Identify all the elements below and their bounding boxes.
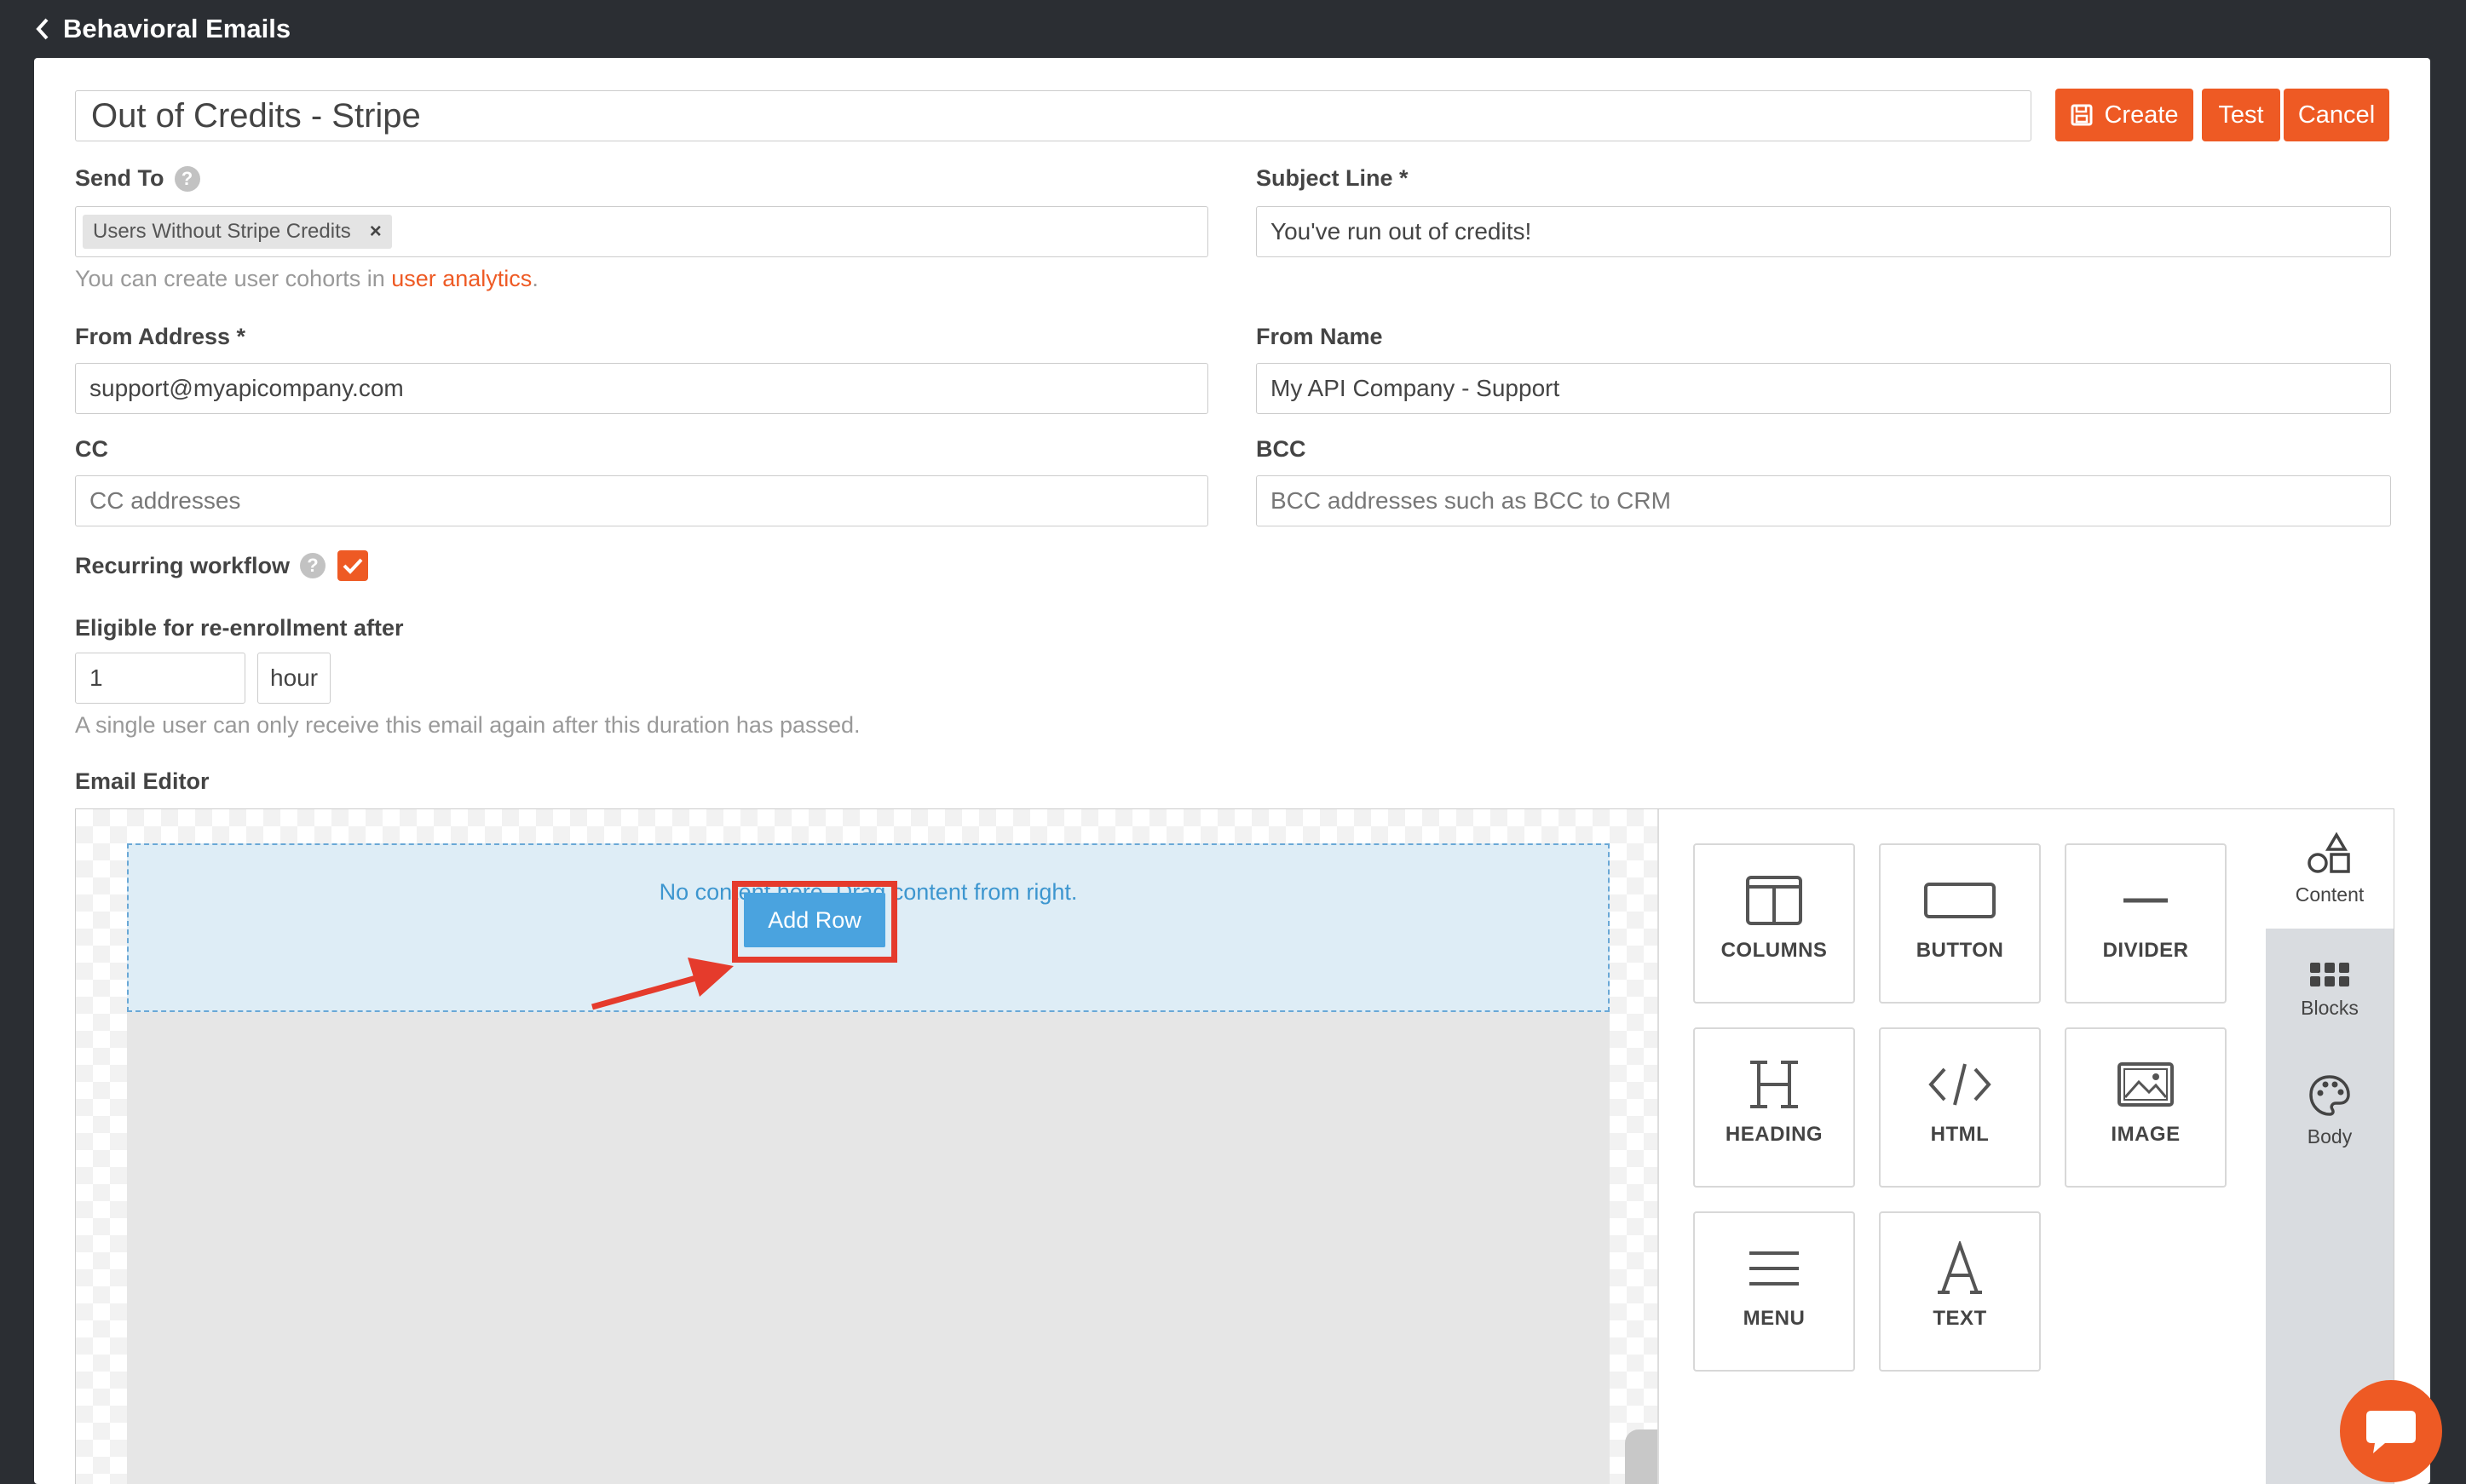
reenroll-label: Eligible for re-enrollment after (75, 615, 404, 641)
top-bar: Behavioral Emails (0, 0, 2466, 58)
create-button[interactable]: Create (2055, 89, 2193, 141)
tab-body-label: Body (2307, 1125, 2353, 1148)
cohort-tag-label: Users Without Stripe Credits (93, 220, 351, 243)
bcc-input[interactable]: BCC addresses such as BCC to CRM (1256, 475, 2391, 526)
help-icon[interactable]: ? (300, 553, 326, 578)
subject-input[interactable]: You've run out of credits! (1256, 206, 2391, 257)
add-row-button[interactable]: Add Row (744, 893, 885, 947)
save-icon (2071, 104, 2093, 126)
heading-icon (1750, 1061, 1798, 1108)
button-icon (1924, 883, 1996, 918)
shapes-icon (2308, 831, 2350, 873)
tile-label: MENU (1743, 1307, 1806, 1330)
tab-content[interactable]: Content (2266, 809, 2394, 929)
email-editor-label: Email Editor (75, 768, 210, 794)
chevron-left-icon[interactable] (34, 17, 51, 41)
send-to-hint-end: . (532, 266, 539, 291)
cohort-tag: Users Without Stripe Credits × (83, 215, 392, 249)
user-analytics-link[interactable]: user analytics (391, 266, 532, 291)
from-name-label: From Name (1256, 324, 1383, 349)
tab-blocks[interactable]: Blocks (2266, 930, 2394, 1050)
grid-icon (2310, 962, 2349, 986)
help-icon[interactable]: ? (174, 165, 200, 192)
tile-label: COLUMNS (1720, 939, 1828, 962)
from-address-input[interactable]: support@myapicompany.com (75, 363, 1208, 414)
tab-content-label: Content (2295, 883, 2365, 906)
code-icon (1928, 1063, 1991, 1106)
tile-menu[interactable]: MENU (1693, 1211, 1855, 1372)
tile-label: IMAGE (2111, 1123, 2181, 1146)
tile-html[interactable]: HTML (1879, 1027, 2041, 1188)
tile-label: TEXT (1933, 1307, 1987, 1330)
email-form-panel: Out of Credits - Stripe Create Test Canc… (34, 58, 2430, 1484)
divider-icon (2123, 898, 2168, 903)
reenroll-value-input[interactable]: 1 (75, 653, 245, 704)
tile-divider[interactable]: DIVIDER (2065, 843, 2227, 1004)
from-address-label: From Address * (75, 324, 246, 349)
email-name-input[interactable]: Out of Credits - Stripe (75, 90, 2031, 141)
tile-label: HEADING (1725, 1123, 1824, 1146)
send-to-field[interactable]: Users Without Stripe Credits × (75, 206, 1208, 257)
content-tools-panel: COLUMNS BUTTON DIVIDER HEADING HTML IMAG… (1657, 809, 2266, 1484)
tab-blocks-label: Blocks (2301, 996, 2359, 1019)
remove-tag-icon[interactable]: × (370, 220, 382, 244)
panel-resize-handle[interactable] (1625, 1429, 1659, 1484)
subject-label: Subject Line * (1256, 165, 1409, 191)
tile-button[interactable]: BUTTON (1879, 843, 2041, 1004)
send-to-label-text: Send To (75, 165, 164, 191)
reenroll-unit-select[interactable]: hour (257, 653, 331, 704)
image-icon (2117, 1062, 2174, 1107)
email-editor: No content here. Drag content from right… (75, 808, 2394, 1484)
tile-label: BUTTON (1916, 939, 2004, 962)
columns-icon (1746, 876, 1802, 925)
recurring-label: Recurring workflow ? (75, 550, 326, 581)
from-name-input[interactable]: My API Company - Support (1256, 363, 2391, 414)
tile-label: DIVIDER (2102, 939, 2189, 962)
text-icon (1938, 1241, 1982, 1294)
tile-columns[interactable]: COLUMNS (1693, 843, 1855, 1004)
cancel-button[interactable]: Cancel (2284, 89, 2389, 141)
page-title[interactable]: Behavioral Emails (63, 14, 291, 44)
cc-input[interactable]: CC addresses (75, 475, 1208, 526)
recurring-label-text: Recurring workflow (75, 552, 291, 578)
check-icon (343, 558, 363, 574)
send-to-hint-text: You can create user cohorts in (75, 266, 392, 291)
chat-bubble-icon (2366, 1411, 2416, 1453)
send-to-label: Send To ? (75, 165, 200, 192)
palette-icon (2309, 1074, 2350, 1116)
bcc-label: BCC (1256, 436, 1306, 462)
tile-image[interactable]: IMAGE (2065, 1027, 2227, 1188)
reenroll-hint: A single user can only receive this emai… (75, 712, 861, 738)
menu-icon (1749, 1251, 1799, 1286)
create-button-label: Create (2104, 101, 2179, 129)
tile-text[interactable]: TEXT (1879, 1211, 2041, 1372)
tile-heading[interactable]: HEADING (1693, 1027, 1855, 1188)
editor-canvas: No content here. Drag content from right… (76, 809, 1659, 1484)
test-button[interactable]: Test (2202, 89, 2280, 141)
tile-label: HTML (1930, 1123, 1990, 1146)
chat-launcher[interactable] (2340, 1380, 2442, 1482)
recurring-checkbox[interactable] (337, 550, 368, 581)
cc-label: CC (75, 436, 108, 462)
send-to-hint: You can create user cohorts in user anal… (75, 266, 539, 292)
tab-body[interactable]: Body (2266, 1051, 2394, 1171)
arrow-annotation-icon (591, 958, 734, 1010)
